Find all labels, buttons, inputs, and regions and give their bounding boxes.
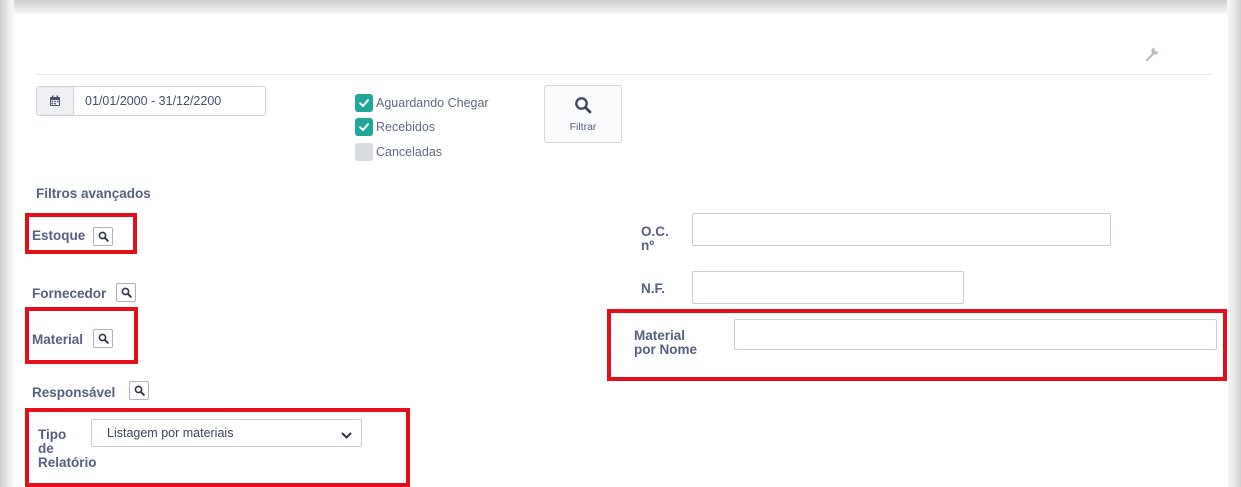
- checkbox-recebidos[interactable]: Recebidos: [355, 118, 435, 136]
- checkbox-label: Recebidos: [376, 120, 436, 134]
- nf-label: N.F.: [641, 281, 666, 296]
- nf-input[interactable]: [692, 271, 964, 304]
- checkbox-label: Canceladas: [376, 145, 443, 159]
- oc-number-label: O.C. nº: [641, 224, 669, 253]
- fornecedor-search-button[interactable]: [116, 283, 136, 302]
- checkbox-label: Aguardando Chegar: [376, 96, 489, 110]
- search-icon: [121, 287, 132, 298]
- fornecedor-label: Fornecedor: [32, 286, 107, 301]
- material-search-button[interactable]: [93, 329, 113, 348]
- checkbox-aguardando-chegar[interactable]: Aguardando Chegar: [355, 94, 489, 112]
- header-divider: [36, 74, 1212, 75]
- estoque-search-button[interactable]: [93, 227, 113, 246]
- search-icon: [574, 96, 592, 119]
- checkbox-canceladas[interactable]: Canceladas: [355, 143, 442, 161]
- tipo-relatorio-select[interactable]: Listagem por materiais: [91, 419, 362, 447]
- checkbox-checked-icon[interactable]: [355, 94, 373, 112]
- estoque-label: Estoque: [32, 228, 86, 243]
- search-icon: [98, 333, 109, 344]
- search-icon: [98, 231, 109, 242]
- responsavel-search-button[interactable]: [129, 381, 149, 400]
- tipo-relatorio-label: Tipo de Relatório: [38, 427, 97, 470]
- material-por-nome-input[interactable]: [734, 319, 1217, 350]
- date-range-input[interactable]: [74, 87, 265, 115]
- responsavel-label: Responsável: [32, 385, 116, 400]
- checkbox-unchecked-icon[interactable]: [355, 143, 373, 161]
- window-shadow-top: [0, 0, 1241, 14]
- filter-button[interactable]: Filtrar: [544, 85, 622, 143]
- wrench-icon[interactable]: [1144, 44, 1162, 62]
- material-label: Material: [32, 332, 84, 347]
- tipo-relatorio-selected: Listagem por materiais: [107, 426, 234, 440]
- material-por-nome-label: Material por Nome: [634, 328, 698, 357]
- date-range-picker[interactable]: [36, 86, 266, 116]
- window-shadow-left: [0, 0, 14, 487]
- checkbox-checked-icon[interactable]: [355, 118, 373, 136]
- chevron-down-icon: [341, 429, 352, 443]
- calendar-icon[interactable]: [37, 87, 74, 115]
- search-icon: [134, 385, 145, 396]
- advanced-filters-title: Filtros avançados: [36, 186, 151, 201]
- window-shadow-right: [1227, 0, 1241, 487]
- oc-number-input[interactable]: [692, 213, 1111, 246]
- filter-button-label: Filtrar: [569, 120, 597, 133]
